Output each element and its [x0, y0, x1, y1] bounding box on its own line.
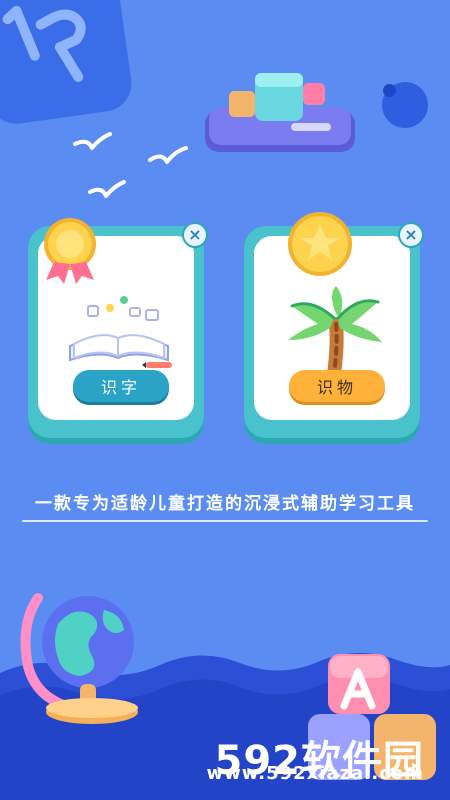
- app-screen: 识字 × 识物 × 一款专为适龄儿童打造的沉浸式辅助学习工具 592软件园 ww…: [0, 0, 450, 800]
- phone-cubes-icon: [205, 73, 355, 152]
- close-card-button[interactable]: ×: [182, 222, 208, 248]
- watermark-url: www.592xiazai.com: [206, 763, 424, 784]
- app-logo-tile: [0, 0, 136, 128]
- bird-icon: [73, 132, 188, 198]
- card-recognize-objects[interactable]: 识物 ×: [244, 212, 424, 438]
- close-card-button[interactable]: ×: [398, 222, 424, 248]
- close-icon: ×: [188, 225, 202, 244]
- palm-tree-icon: [288, 286, 382, 380]
- globe-icon: [20, 593, 138, 724]
- site-watermark: 592软件园 www.592xiazai.com: [186, 720, 436, 792]
- close-icon: ×: [404, 225, 418, 244]
- badge-icon: [44, 218, 96, 284]
- book-icon: [69, 296, 172, 368]
- logo-glyph-icon: [2, 5, 86, 82]
- recognize-characters-button[interactable]: 识字: [73, 370, 169, 402]
- recognize-objects-button[interactable]: 识物: [289, 370, 385, 402]
- decorative-bubble-small: [383, 84, 396, 97]
- card-recognize-characters[interactable]: 识字 ×: [28, 218, 208, 438]
- tagline-underline: [22, 520, 428, 522]
- tagline: 一款专为适龄儿童打造的沉浸式辅助学习工具: [35, 494, 415, 514]
- coin-icon: [288, 212, 352, 276]
